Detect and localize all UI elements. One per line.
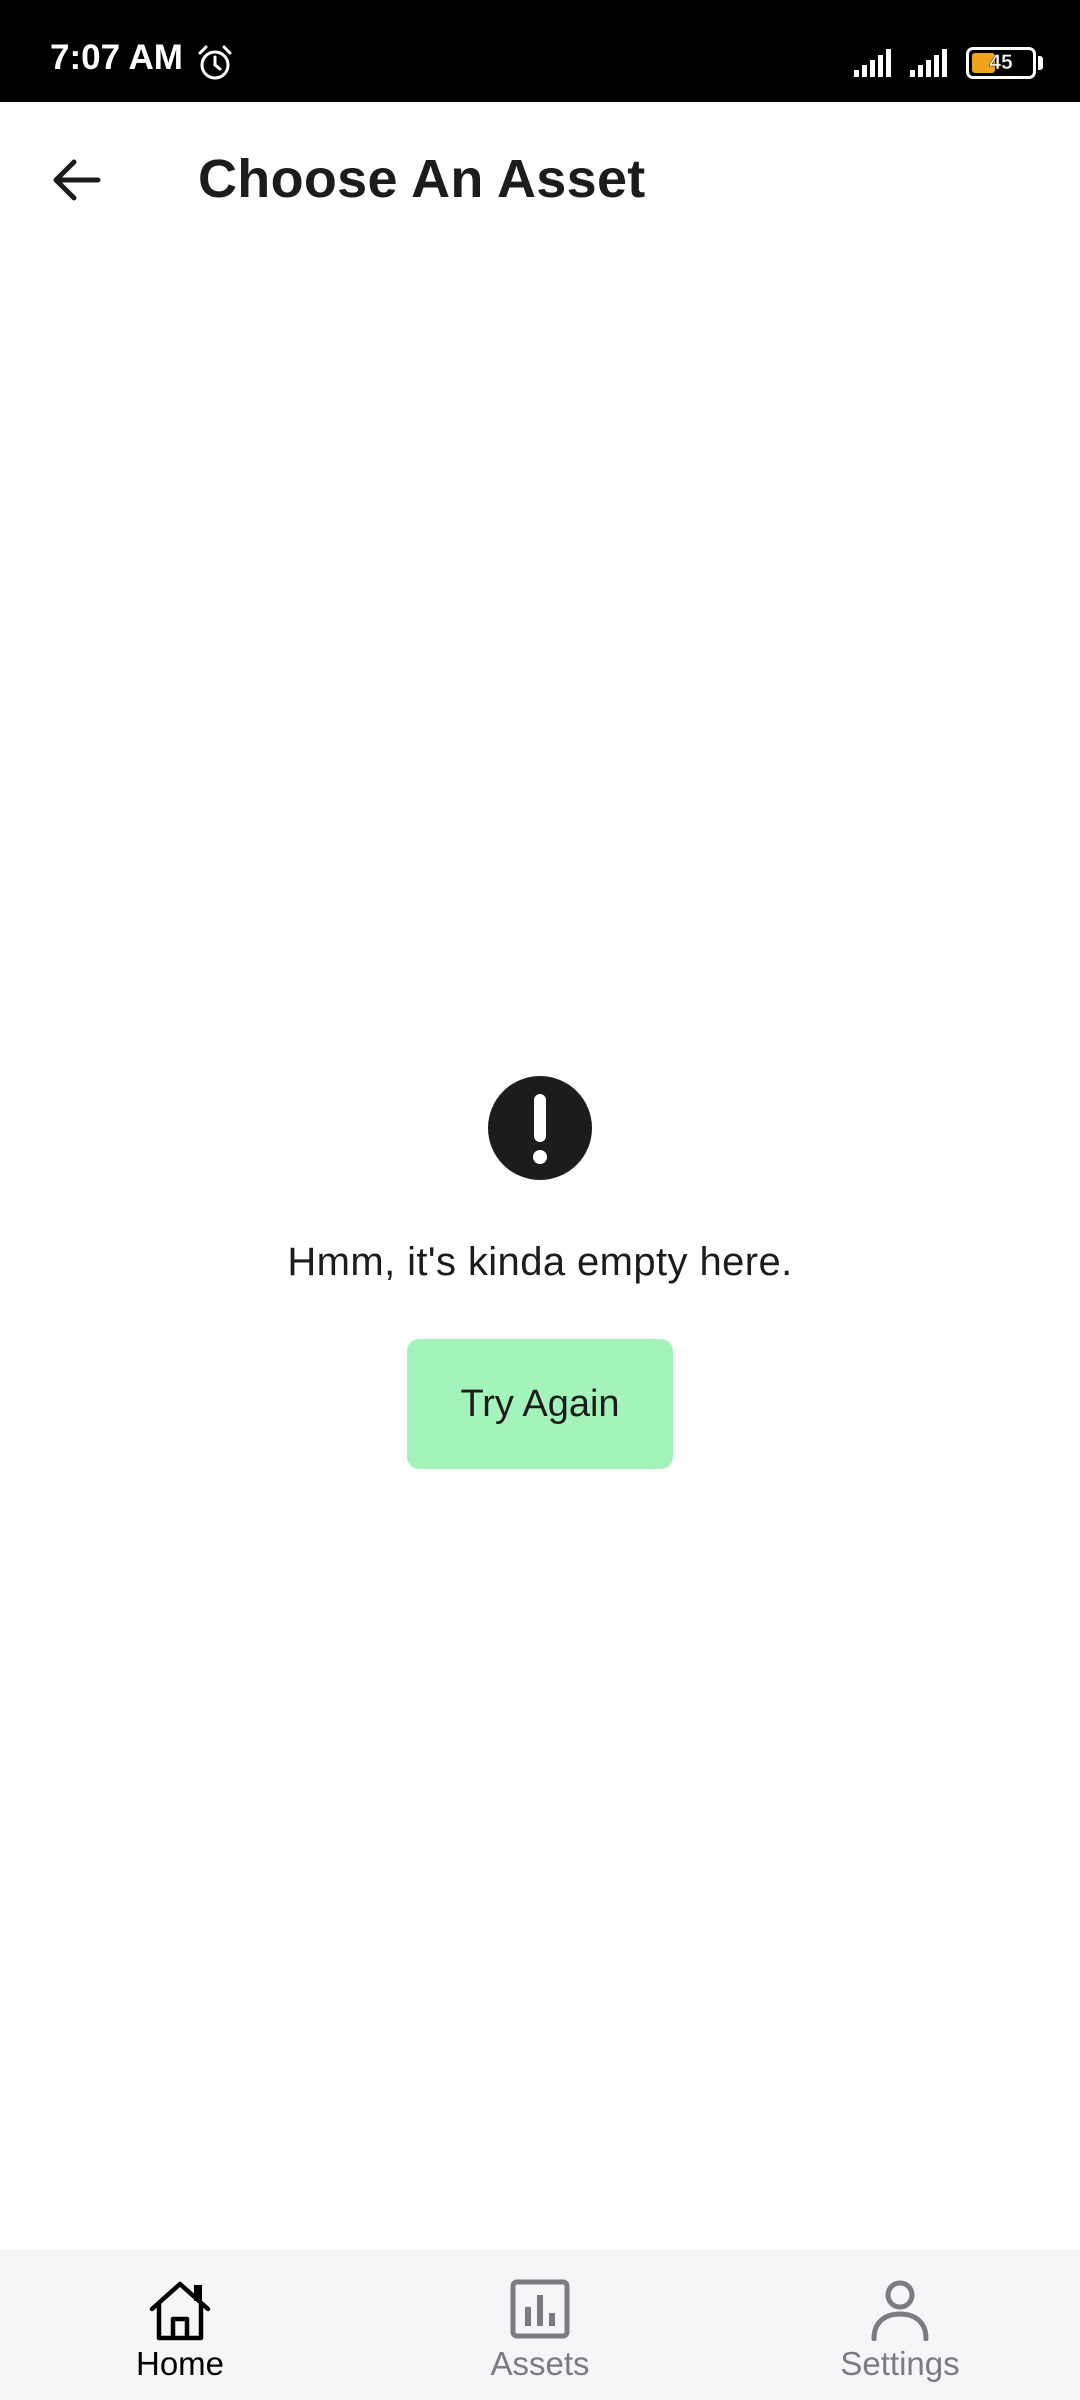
bar-chart-icon xyxy=(510,2279,570,2339)
nav-label-settings: Settings xyxy=(840,2345,960,2382)
nav-item-settings[interactable]: Settings xyxy=(720,2251,1080,2400)
signal-icon xyxy=(854,49,891,77)
arrow-left-icon xyxy=(53,159,101,201)
page-title: Choose An Asset xyxy=(198,149,646,209)
bottom-nav: Home Assets Settings xyxy=(0,2250,1080,2400)
screen: 7:07 AM 45 Choose An Asset Hmm, it's kin… xyxy=(0,0,1080,2400)
alarm-icon xyxy=(198,45,232,80)
status-time: 7:07 AM xyxy=(50,38,183,77)
try-again-button[interactable]: Try Again xyxy=(407,1339,673,1469)
nav-item-home[interactable]: Home xyxy=(0,2251,360,2400)
battery-level: 45 xyxy=(989,51,1013,75)
nav-item-assets[interactable]: Assets xyxy=(360,2251,720,2400)
battery-tip xyxy=(1038,56,1043,70)
exclamation-circle-icon xyxy=(488,1076,592,1180)
battery-icon: 45 xyxy=(966,47,1036,79)
user-icon xyxy=(871,2280,929,2341)
empty-message: Hmm, it's kinda empty here. xyxy=(287,1240,793,1284)
nav-label-assets: Assets xyxy=(490,2345,590,2382)
empty-state: Hmm, it's kinda empty here. Try Again xyxy=(0,1076,1080,1469)
status-bar: 7:07 AM 45 xyxy=(0,0,1080,102)
home-icon xyxy=(149,2281,211,2341)
signal-icon xyxy=(910,49,947,77)
nav-label-home: Home xyxy=(135,2345,225,2382)
back-button[interactable] xyxy=(36,140,116,220)
